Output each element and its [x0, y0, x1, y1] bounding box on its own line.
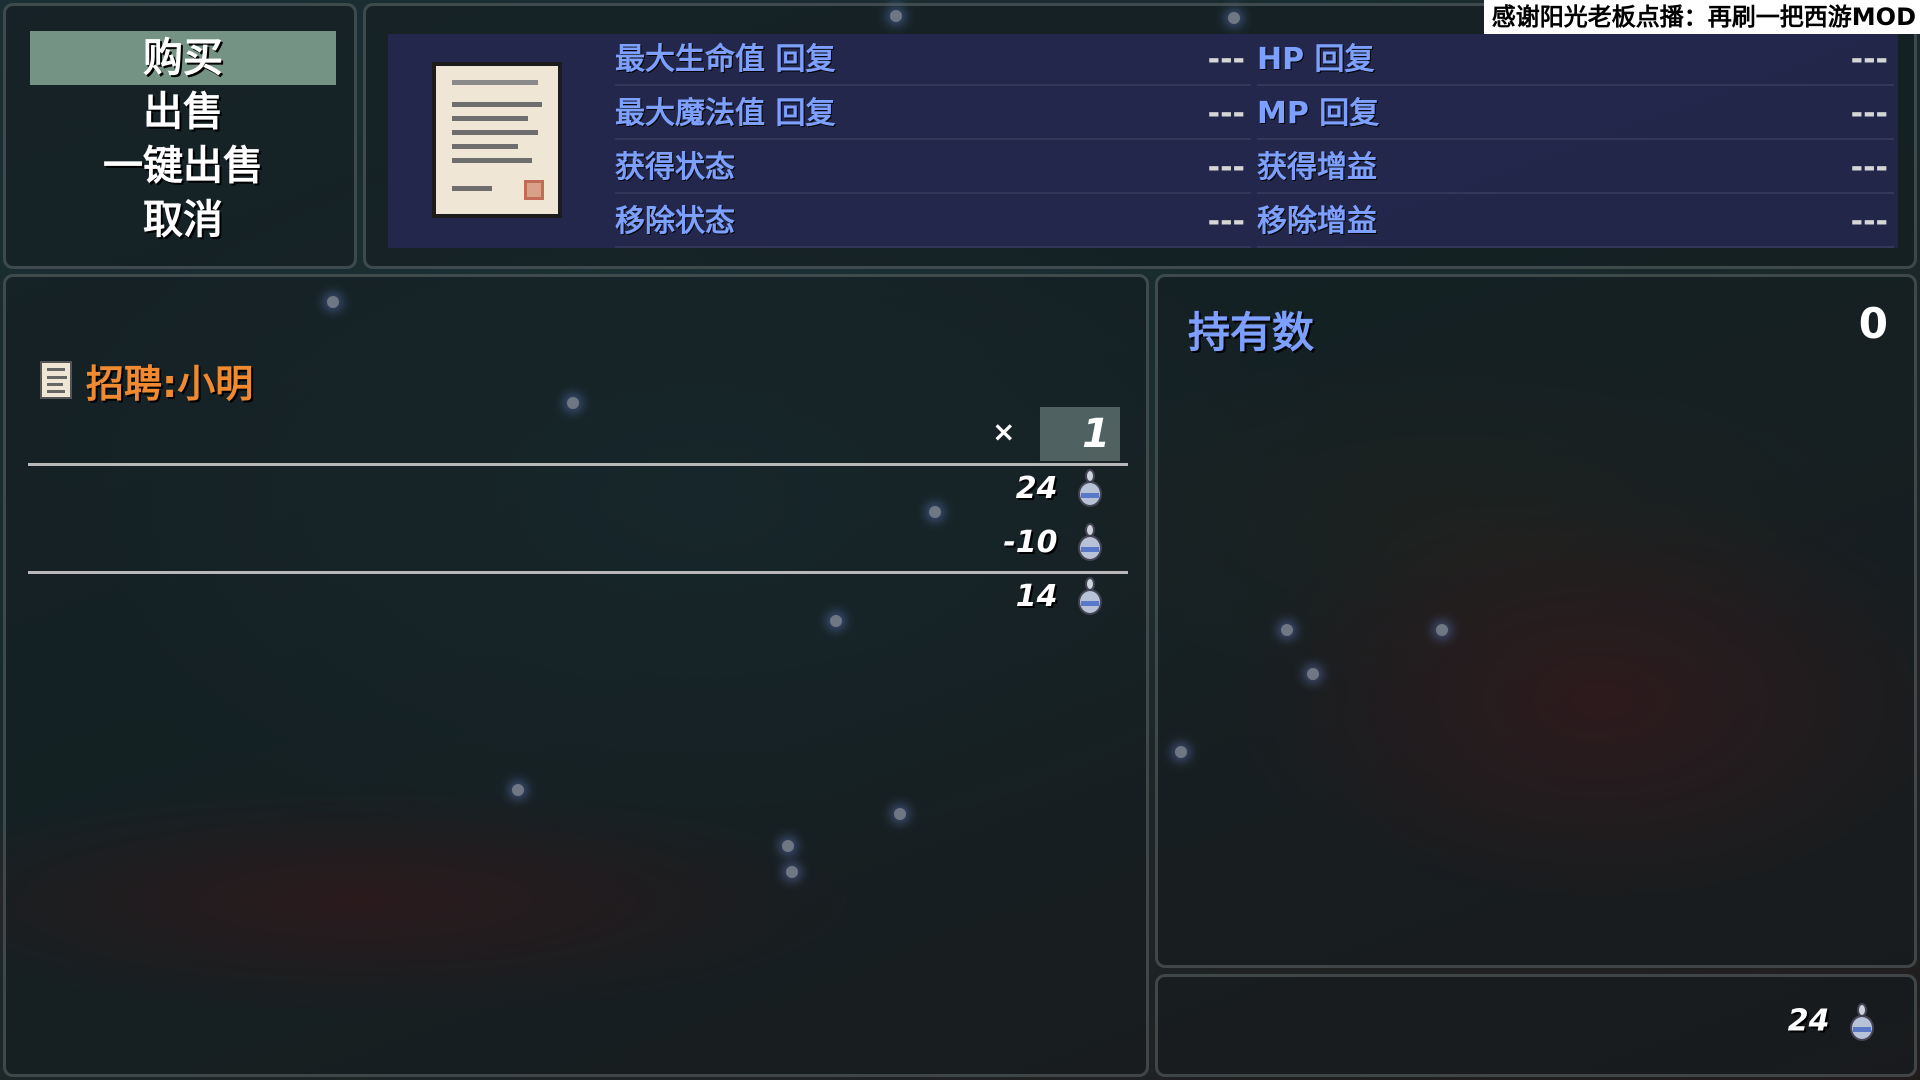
change-value: -10 [1003, 524, 1058, 560]
times-symbol: × [992, 415, 1016, 448]
param-label: 获得状态 [615, 150, 735, 185]
param-label: 获得增益 [1257, 150, 1377, 185]
param-row-max-hp: 最大生命值 回复 --- [615, 34, 1251, 86]
unit-price-value: 24 [1015, 470, 1058, 506]
command-cancel[interactable]: 取消 [30, 193, 336, 247]
scroll-icon [432, 62, 562, 218]
param-value: --- [1850, 150, 1888, 185]
param-label: 最大魔法值 回复 [615, 96, 836, 131]
param-value: --- [1207, 150, 1245, 185]
trade-window: 招聘:小明 × 1 24 -10 14 [3, 274, 1149, 1077]
command-buy[interactable]: 购买 [30, 31, 336, 85]
param-value: --- [1850, 42, 1888, 77]
scroll-icon [40, 361, 72, 399]
gold-amount: 24 [1787, 1003, 1830, 1039]
param-value: --- [1850, 96, 1888, 131]
param-row-remove-buff: 移除增益 --- [1257, 196, 1894, 248]
param-value: --- [1850, 204, 1888, 239]
gold-window: 24 [1155, 974, 1917, 1077]
param-label: HP 回复 [1257, 42, 1375, 77]
divider [28, 571, 1128, 574]
possession-value: 0 [1858, 299, 1888, 348]
gold-row: 24 [1788, 1003, 1874, 1041]
param-value: --- [1207, 42, 1245, 77]
command-sell[interactable]: 出售 [30, 85, 336, 139]
possession-label: 持有数 [1188, 308, 1315, 357]
param-label: 最大生命值 回复 [615, 42, 836, 77]
quantity-input[interactable]: 1 [1040, 407, 1120, 461]
unit-price-row: 24 [1016, 469, 1102, 507]
param-row-add-state: 获得状态 --- [615, 142, 1251, 194]
possession-window: 持有数 0 [1155, 274, 1917, 968]
gourd-icon [1078, 577, 1102, 615]
param-row-hp: HP 回复 --- [1257, 34, 1894, 86]
param-row-add-buff: 获得增益 --- [1257, 142, 1894, 194]
param-row-remove-state: 移除状态 --- [615, 196, 1251, 248]
param-row-mp: MP 回复 --- [1257, 88, 1894, 140]
trade-item-name[interactable]: 招聘:小明 [86, 353, 253, 408]
total-value: 14 [1015, 578, 1058, 614]
total-row: 14 [1016, 577, 1102, 615]
gourd-icon [1078, 523, 1102, 561]
param-label: 移除增益 [1257, 204, 1377, 239]
param-label: MP 回复 [1257, 96, 1380, 131]
stream-banner: 感谢阳光老板点播：再刷一把西游MOD [1484, 0, 1920, 34]
shop-command-window: 购买 出售 一键出售 取消 [3, 3, 357, 269]
param-label: 移除状态 [615, 204, 735, 239]
gourd-icon [1850, 1003, 1874, 1041]
param-value: --- [1207, 204, 1245, 239]
command-sell-all[interactable]: 一键出售 [30, 139, 336, 193]
param-value: --- [1207, 96, 1245, 131]
param-row-max-mp: 最大魔法值 回复 --- [615, 88, 1251, 140]
gourd-icon [1078, 469, 1102, 507]
item-status-window: 最大生命值 回复 --- 最大魔法值 回复 --- 获得状态 --- 移除状态 … [363, 3, 1917, 269]
change-row: -10 [1003, 523, 1102, 561]
divider [28, 463, 1128, 466]
